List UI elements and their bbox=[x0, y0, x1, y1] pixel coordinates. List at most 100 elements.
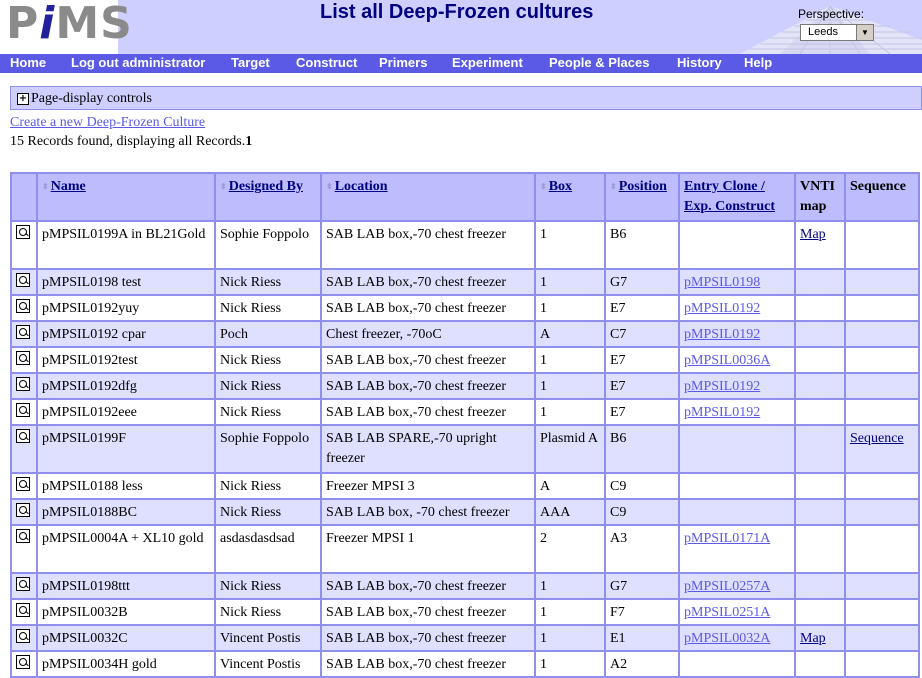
entry-clone-link[interactable]: pMPSIL0198 bbox=[684, 275, 760, 290]
cell-vnti bbox=[796, 600, 844, 624]
view-details-icon[interactable] bbox=[16, 351, 30, 365]
cell-box: 2 bbox=[536, 526, 604, 572]
cell-vnti bbox=[796, 374, 844, 398]
view-details-icon[interactable] bbox=[16, 477, 30, 491]
view-details-icon[interactable] bbox=[16, 273, 30, 287]
view-details-icon[interactable] bbox=[16, 529, 30, 543]
cell-name: pMPSIL0198ttt bbox=[38, 574, 214, 598]
view-details-icon[interactable] bbox=[16, 377, 30, 391]
cell-sequence bbox=[846, 500, 918, 524]
page-display-controls-label: Page-display controls bbox=[31, 91, 152, 106]
cell-location: SAB LAB box,-70 chest freezer bbox=[322, 626, 534, 650]
cell-location: SAB LAB box,-70 chest freezer bbox=[322, 600, 534, 624]
nav-home[interactable]: Home bbox=[10, 55, 46, 70]
cell-box: A bbox=[536, 322, 604, 346]
records-summary: 15 Records found, displaying all Records… bbox=[10, 134, 252, 150]
expand-plus-icon[interactable]: + bbox=[17, 93, 29, 105]
cell-vnti: Map bbox=[796, 222, 844, 268]
table-row: pMPSIL0192eee Nick Riess SAB LAB box,-70 c… bbox=[12, 400, 918, 424]
entry-clone-link[interactable]: pMPSIL0192 bbox=[684, 379, 760, 394]
cell-name: pMPSIL0188 less bbox=[38, 474, 214, 498]
cell-location: SAB LAB box, -70 chest freezer bbox=[322, 500, 534, 524]
cell-designed-by: Nick Riess bbox=[216, 474, 320, 498]
header-name[interactable]: ⬍ Name bbox=[38, 174, 214, 220]
nav-construct[interactable]: Construct bbox=[296, 55, 357, 70]
cell-designed-by: asdasdasdsad bbox=[216, 526, 320, 572]
cell-name: pMPSIL0192yuy bbox=[38, 296, 214, 320]
cell-name: pMPSIL0188BC bbox=[38, 500, 214, 524]
entry-clone-link[interactable]: pMPSIL0032A bbox=[684, 631, 770, 646]
cell-box: 1 bbox=[536, 296, 604, 320]
view-details-icon[interactable] bbox=[16, 429, 30, 443]
create-culture-link[interactable]: Create a new Deep-Frozen Culture bbox=[10, 115, 205, 131]
vnti-map-link[interactable]: Map bbox=[800, 631, 826, 646]
perspective-select[interactable]: Leeds ▼ bbox=[800, 24, 874, 41]
cell-box: A bbox=[536, 474, 604, 498]
sort-icon: ⬍ bbox=[540, 182, 547, 191]
cell-sequence bbox=[846, 474, 918, 498]
cell-sequence bbox=[846, 626, 918, 650]
cell-location: SAB LAB box,-70 chest freezer bbox=[322, 296, 534, 320]
cell-box: 1 bbox=[536, 400, 604, 424]
cell-sequence bbox=[846, 600, 918, 624]
nav-help[interactable]: Help bbox=[744, 55, 772, 70]
view-details-icon[interactable] bbox=[16, 655, 30, 669]
entry-clone-link[interactable]: pMPSIL0036A bbox=[684, 353, 770, 368]
cell-designed-by: Nick Riess bbox=[216, 270, 320, 294]
nav-primers[interactable]: Primers bbox=[379, 55, 427, 70]
header-position[interactable]: ⬍ Position bbox=[606, 174, 678, 220]
view-details-icon[interactable] bbox=[16, 225, 30, 239]
cell-vnti bbox=[796, 426, 844, 472]
nav-experiment[interactable]: Experiment bbox=[452, 55, 523, 70]
entry-clone-link[interactable]: pMPSIL0192 bbox=[684, 301, 760, 316]
nav-people-places[interactable]: People & Places bbox=[549, 55, 649, 70]
table-row: pMPSIL0188 less Nick Riess Freezer MPSI 3A… bbox=[12, 474, 918, 498]
header-entry-clone[interactable]: Entry Clone / Exp. Construct bbox=[680, 174, 794, 220]
cell-sequence bbox=[846, 270, 918, 294]
view-details-icon[interactable] bbox=[16, 325, 30, 339]
cell-position: A3 bbox=[606, 526, 678, 572]
view-details-icon[interactable] bbox=[16, 603, 30, 617]
table-row: pMPSIL0192dfg Nick Riess SAB LAB box,-70 c… bbox=[12, 374, 918, 398]
cell-sequence bbox=[846, 652, 918, 676]
header-box[interactable]: ⬍ Box bbox=[536, 174, 604, 220]
cell-entry: pMPSIL0192 bbox=[680, 296, 794, 320]
entry-clone-link[interactable]: pMPSIL0171A bbox=[684, 531, 770, 546]
table-row: pMPSIL0192test Nick Riess SAB LAB box,-70 … bbox=[12, 348, 918, 372]
page-display-controls[interactable]: + Page-display controls bbox=[10, 86, 922, 110]
view-cell bbox=[12, 270, 36, 294]
cell-position: G7 bbox=[606, 574, 678, 598]
view-details-icon[interactable] bbox=[16, 299, 30, 313]
nav-logout[interactable]: Log out administrator bbox=[71, 55, 205, 70]
cell-position: B6 bbox=[606, 222, 678, 268]
view-cell bbox=[12, 600, 36, 624]
view-cell bbox=[12, 222, 36, 268]
nav-target[interactable]: Target bbox=[231, 55, 270, 70]
pims-logo[interactable]: PiMS bbox=[0, 0, 132, 54]
entry-clone-link[interactable]: pMPSIL0192 bbox=[684, 405, 760, 420]
entry-clone-link[interactable]: pMPSIL0257A bbox=[684, 579, 770, 594]
table-row: pMPSIL0199F Sophie Foppolo SAB LAB SPARE,-… bbox=[12, 426, 918, 472]
cell-vnti bbox=[796, 270, 844, 294]
view-details-icon[interactable] bbox=[16, 629, 30, 643]
chevron-down-icon[interactable]: ▼ bbox=[856, 25, 873, 40]
header-designed-by[interactable]: ⬍ Designed By bbox=[216, 174, 320, 220]
cell-location: SAB LAB SPARE,-70 upright freezer bbox=[322, 426, 534, 472]
vnti-map-link[interactable]: Map bbox=[800, 227, 826, 242]
view-details-icon[interactable] bbox=[16, 503, 30, 517]
view-cell bbox=[12, 526, 36, 572]
cell-entry bbox=[680, 426, 794, 472]
page-number[interactable]: 1 bbox=[245, 134, 252, 149]
entry-clone-link[interactable]: pMPSIL0251A bbox=[684, 605, 770, 620]
entry-clone-link[interactable]: pMPSIL0192 bbox=[684, 327, 760, 342]
cell-position: B6 bbox=[606, 426, 678, 472]
cell-designed-by: Nick Riess bbox=[216, 574, 320, 598]
cell-box: 1 bbox=[536, 270, 604, 294]
view-details-icon[interactable] bbox=[16, 403, 30, 417]
table-row: pMPSIL0032B Nick Riess SAB LAB box,-70 che… bbox=[12, 600, 918, 624]
cell-position: C9 bbox=[606, 474, 678, 498]
nav-history[interactable]: History bbox=[677, 55, 722, 70]
view-details-icon[interactable] bbox=[16, 577, 30, 591]
sequence-link[interactable]: Sequence bbox=[850, 431, 904, 446]
header-location[interactable]: ⬍ Location bbox=[322, 174, 534, 220]
